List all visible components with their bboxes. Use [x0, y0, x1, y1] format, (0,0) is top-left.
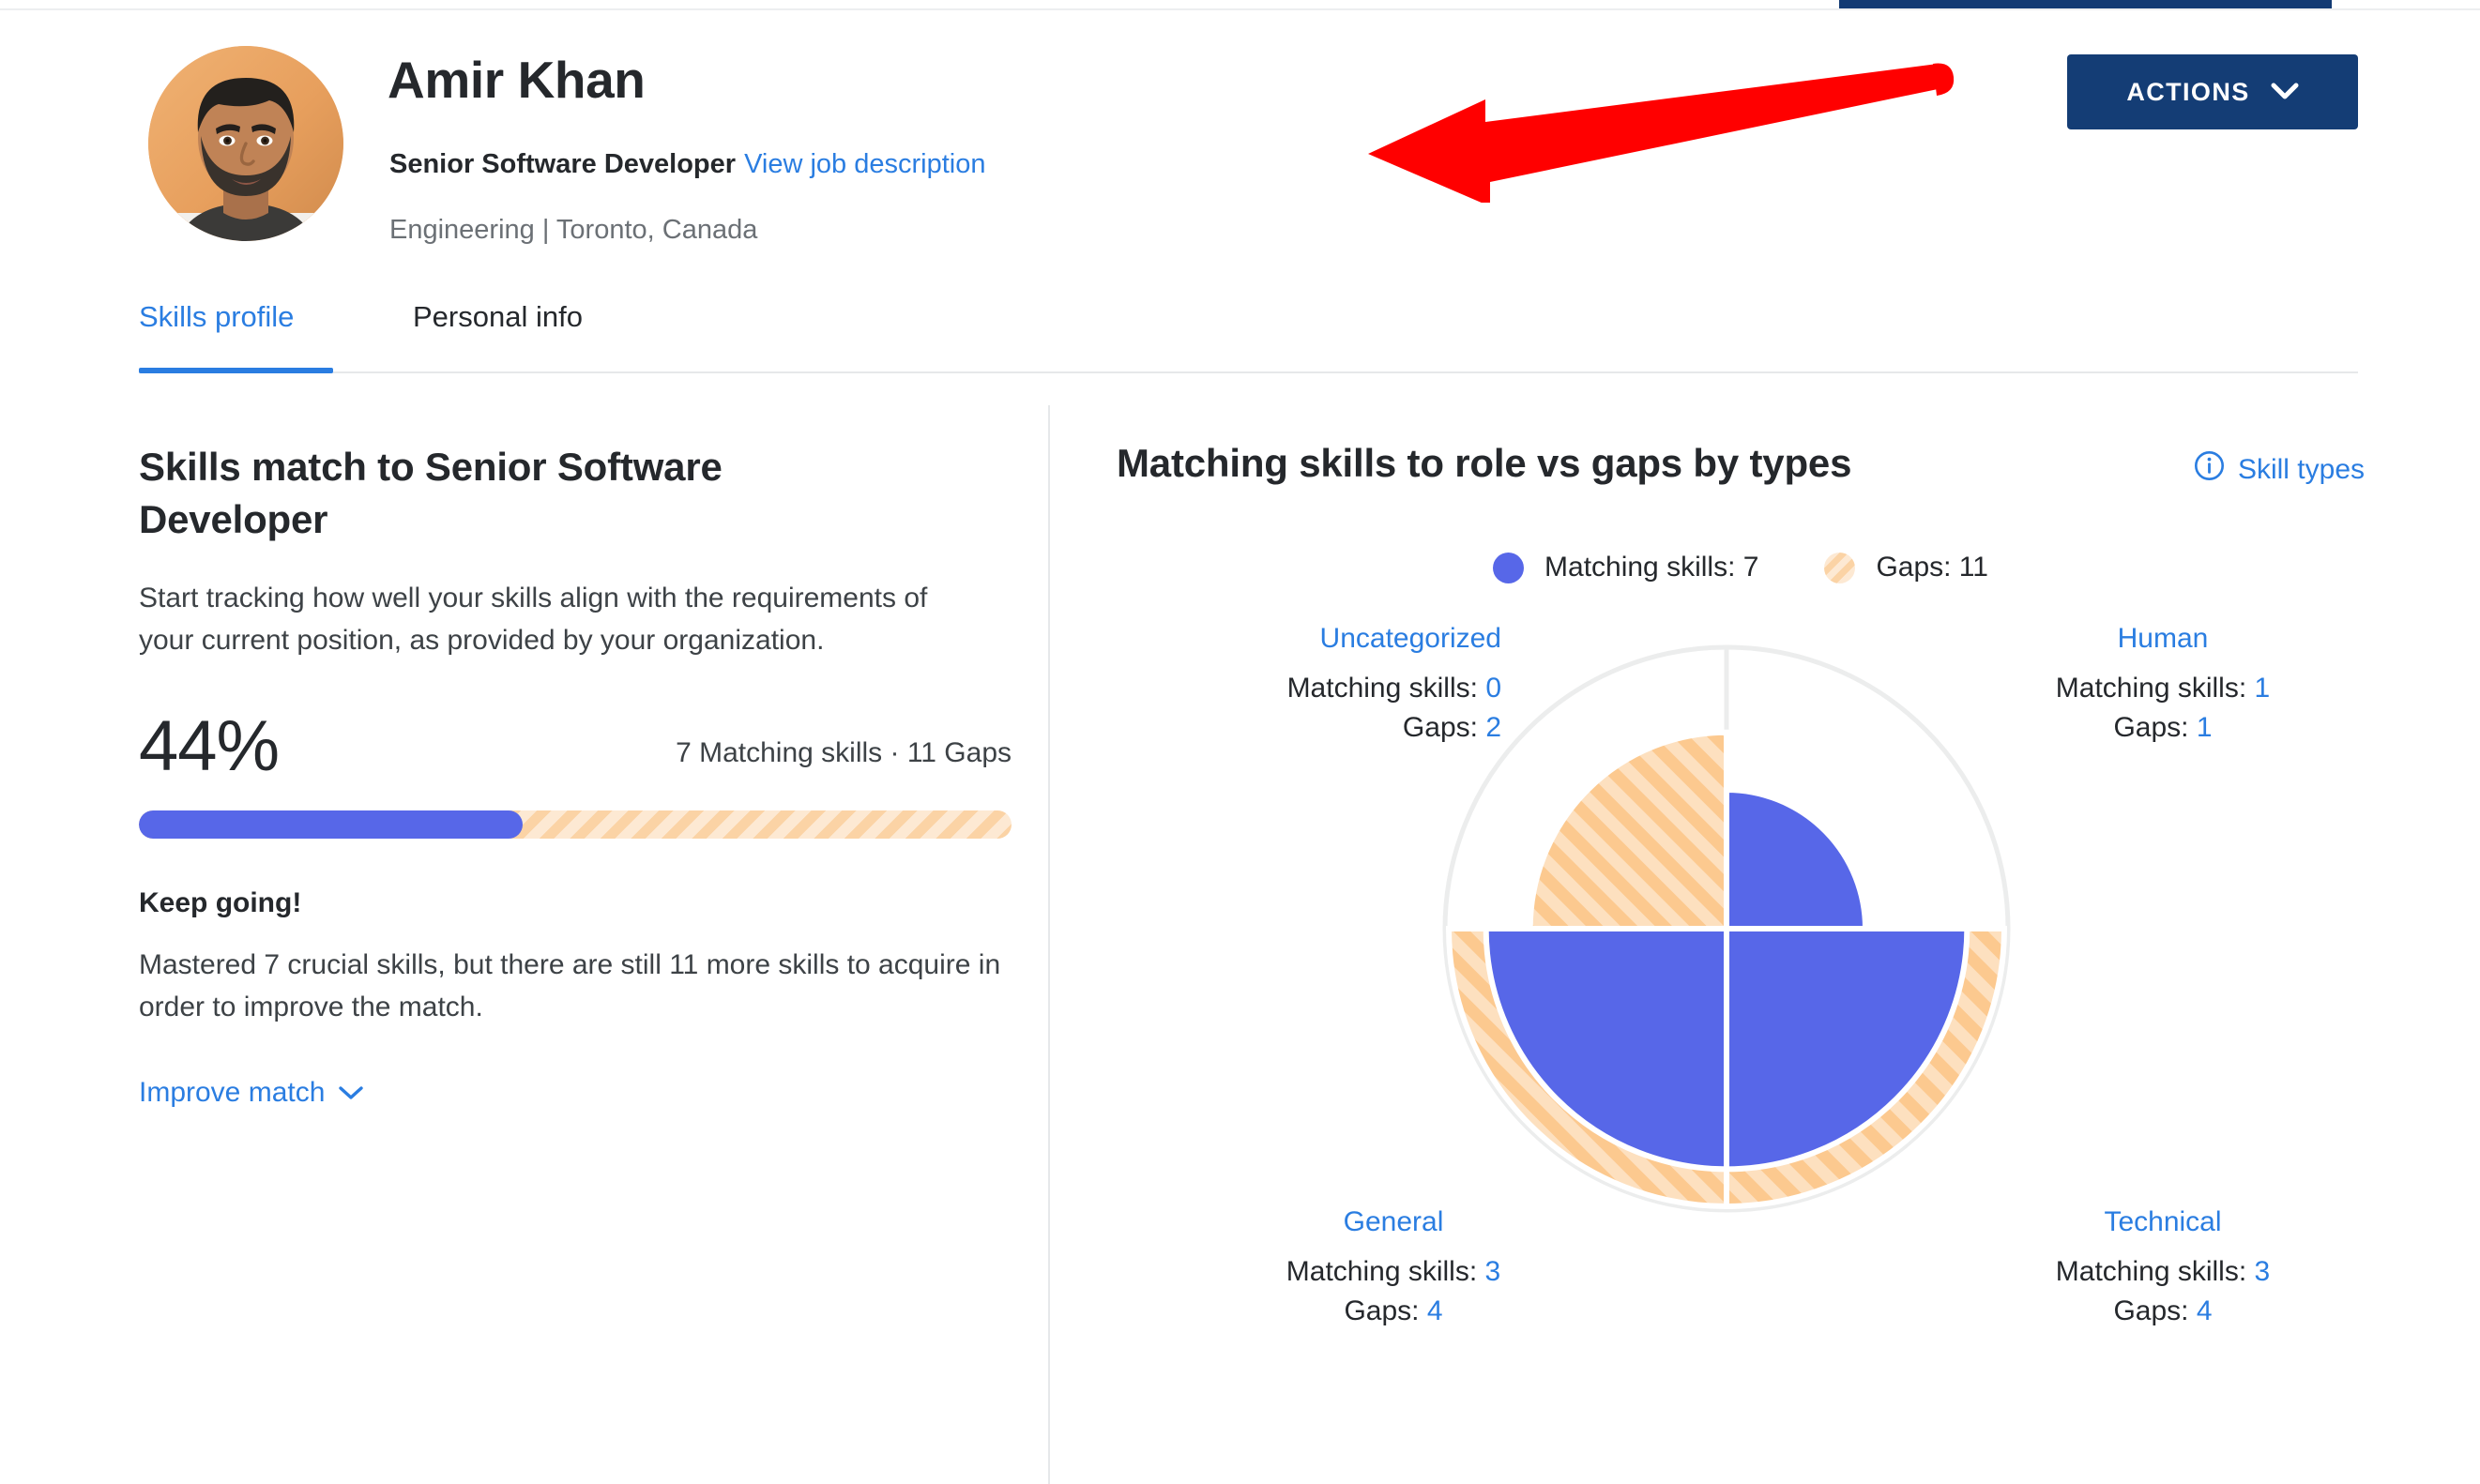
- quadrant-matching-label-general: Matching skills:: [1286, 1255, 1478, 1287]
- quadrant-gaps-label-technical: Gaps:: [2113, 1295, 2189, 1327]
- quadrant-matching-value-technical: 3: [2254, 1255, 2271, 1287]
- actions-button[interactable]: ACTIONS: [2067, 54, 2358, 129]
- department-location: Engineering | Toronto, Canada: [389, 215, 758, 245]
- skills-match-title: Skills match to Senior Software Develope…: [139, 445, 723, 542]
- skills-by-type-title: Matching skills to role vs gaps by types: [1117, 441, 1852, 485]
- improve-match-link[interactable]: Improve match: [139, 1077, 364, 1109]
- role-line: Senior Software Developer View job descri…: [389, 148, 985, 181]
- legend-item-matching: Matching skills: 7: [1493, 552, 1758, 583]
- quadrant-gaps-label-general: Gaps:: [1344, 1295, 1420, 1327]
- quadrant-name-technical[interactable]: Technical: [1952, 1203, 2374, 1243]
- skills-match-description: Start tracking how well your skills alig…: [139, 582, 928, 657]
- skill-types-link[interactable]: Skill types: [2194, 450, 2365, 489]
- quadrant-gaps-value-uncategorized: 2: [1485, 712, 1501, 744]
- chart-match-wedge-general[interactable]: [1483, 926, 1729, 1173]
- tab-bar: Skills profile Personal info: [0, 300, 2480, 385]
- quadrant-name-general[interactable]: General: [1182, 1203, 1605, 1243]
- quadrant-matching-label-human: Matching skills:: [2055, 672, 2247, 704]
- chart-match-wedge-technical[interactable]: [1724, 926, 1970, 1173]
- info-circle-icon: [2194, 450, 2225, 489]
- encouragement-body: Mastered 7 crucial skills, but there are…: [139, 948, 1001, 1022]
- quadrant-matching-label-uncategorized: Matching skills:: [1286, 672, 1478, 704]
- match-progress-bar: [139, 810, 1012, 839]
- legend-swatch-gaps-icon: [1824, 552, 1856, 583]
- match-progress-fill: [139, 810, 524, 839]
- skills-match-panel: Skills match to Senior Software Develope…: [139, 441, 1012, 1109]
- quadrant-matching-value-uncategorized: 0: [1485, 672, 1501, 704]
- legend-item-gaps: Gaps: 11: [1824, 552, 1988, 583]
- avatar-photo: [148, 46, 343, 241]
- polar-area-chart-svg[interactable]: [1436, 638, 2017, 1219]
- page-title: Amir Khan: [388, 51, 646, 109]
- improve-match-label: Improve match: [139, 1076, 326, 1108]
- quadrant-name-uncategorized[interactable]: Uncategorized: [1079, 619, 1501, 659]
- tab-bar-rule: [139, 371, 2358, 373]
- column-divider: [1048, 405, 1050, 1484]
- actions-button-label: ACTIONS: [2126, 77, 2250, 106]
- encouragement-title: Keep going!: [139, 886, 302, 918]
- chevron-down-icon: [338, 1077, 364, 1109]
- chart-match-wedge-human[interactable]: [1724, 786, 1869, 931]
- skill-types-label: Skill types: [2237, 453, 2365, 485]
- quadrant-gaps-label-human: Gaps:: [2113, 712, 2189, 744]
- annotation-arrow-icon: [1368, 63, 1955, 203]
- quadrant-matching-label-technical: Matching skills:: [2055, 1255, 2247, 1287]
- view-job-description-link[interactable]: View job description: [744, 149, 985, 179]
- quadrant-gaps-label-uncategorized: Gaps:: [1402, 712, 1478, 744]
- tab-active-indicator: [139, 368, 333, 373]
- chart-gap-wedge-uncategorized[interactable]: [1527, 729, 1729, 931]
- quadrant-label-uncategorized: Uncategorized Matching skills: 0 Gaps: 2: [1079, 619, 1501, 749]
- quadrant-label-technical: Technical Matching skills: 3 Gaps: 4: [1952, 1203, 2374, 1332]
- app-root: Amir Khan Senior Software Developer View …: [0, 0, 2480, 1484]
- match-percent-row: 44% 7 Matching skills · 11 Gaps: [139, 706, 1012, 803]
- chart-legend: Matching skills: 7 Gaps: 11: [1117, 552, 2365, 583]
- legend-label-gaps: Gaps: 11: [1876, 552, 1988, 583]
- quadrant-gaps-value-technical: 4: [2196, 1295, 2213, 1327]
- profile-header: Amir Khan Senior Software Developer View …: [0, 10, 2480, 282]
- quadrant-gaps-value-general: 4: [1426, 1295, 1443, 1327]
- avatar: [148, 46, 343, 241]
- quadrant-label-general: General Matching skills: 3 Gaps: 4: [1182, 1203, 1605, 1332]
- legend-swatch-matching-icon: [1493, 552, 1525, 583]
- quadrant-label-human: Human Matching skills: 1 Gaps: 1: [1952, 619, 2374, 749]
- quadrant-matching-value-general: 3: [1484, 1255, 1501, 1287]
- tab-skills-profile[interactable]: Skills profile: [139, 300, 294, 355]
- role-title: Senior Software Developer: [389, 149, 737, 179]
- quadrant-name-human[interactable]: Human: [1952, 619, 2374, 659]
- quadrant-gaps-value-human: 1: [2196, 712, 2213, 744]
- tab-personal-info[interactable]: Personal info: [413, 300, 583, 355]
- top-navigation-strip: [1839, 0, 2332, 8]
- polar-area-chart: Uncategorized Matching skills: 0 Gaps: 2…: [1079, 619, 2393, 1326]
- match-percent-value: 44%: [139, 705, 280, 786]
- legend-label-matching: Matching skills: 7: [1544, 552, 1759, 583]
- quadrant-matching-value-human: 1: [2254, 672, 2271, 704]
- chevron-down-icon: [2271, 78, 2299, 107]
- match-summary-counts: 7 Matching skills · 11 Gaps: [676, 736, 1012, 768]
